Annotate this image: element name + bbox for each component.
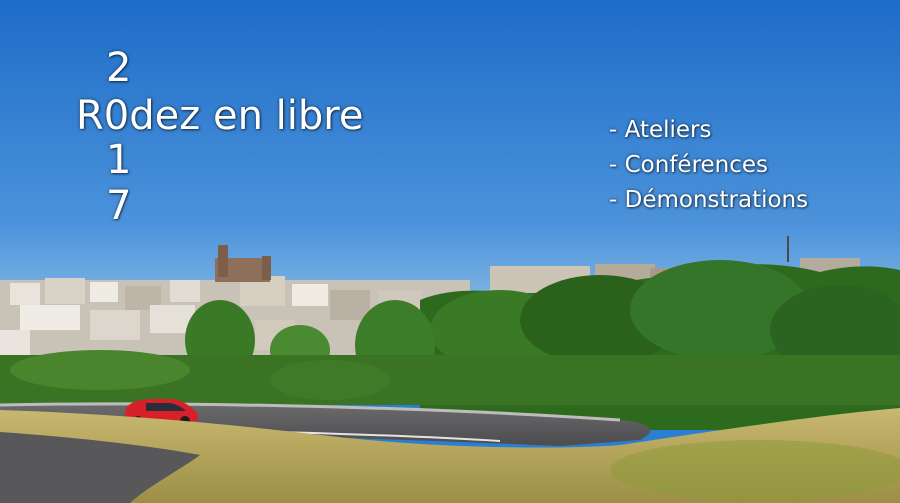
year-digit-2: 2 [106, 45, 132, 91]
activity-demonstrations: - Démonstrations [609, 187, 809, 213]
year-digit-1: 1 [106, 137, 132, 183]
activity-conferences: - Conférences [609, 152, 769, 178]
event-title: R0dez en libre [76, 93, 364, 139]
event-activities-list: - Ateliers - Conférences - Démonstration… [609, 113, 808, 218]
rodez-landscape-photo [0, 0, 900, 503]
year-digit-7: 7 [106, 183, 132, 229]
activity-ateliers: - Ateliers [609, 117, 712, 143]
